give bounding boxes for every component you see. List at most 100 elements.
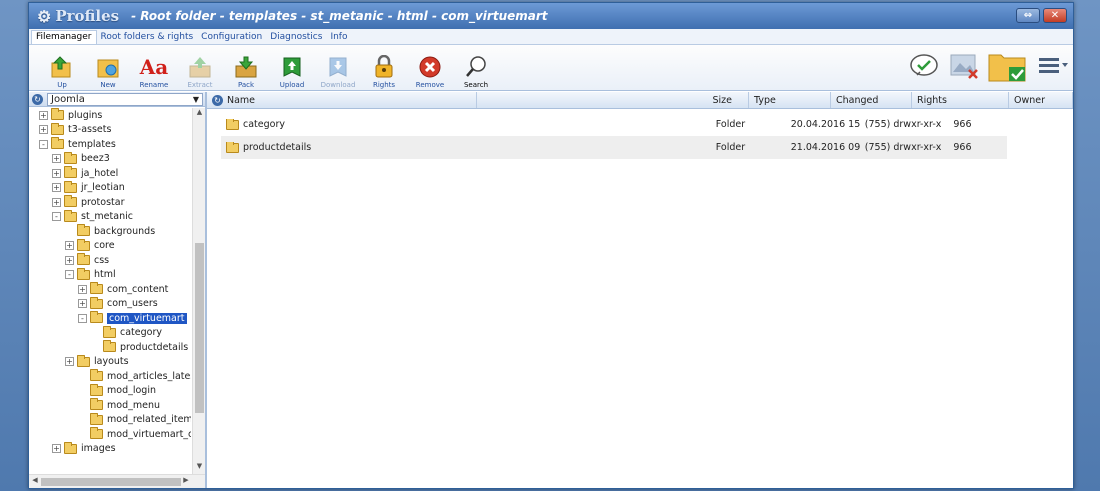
tree-item[interactable]: mod_menu bbox=[29, 398, 191, 413]
pack-button[interactable]: Pack bbox=[223, 47, 269, 89]
tree-item[interactable]: + images bbox=[29, 441, 191, 457]
tab-root-folders-rights[interactable]: Root folders & rights bbox=[97, 31, 198, 44]
column-owner[interactable]: Owner bbox=[1009, 92, 1073, 108]
expand-icon[interactable]: + bbox=[39, 125, 48, 135]
cell-rights: (755) drwxr-xr-x bbox=[864, 142, 942, 153]
tree-item[interactable]: + com_users bbox=[29, 296, 191, 312]
folder-icon bbox=[90, 282, 103, 295]
up-button[interactable]: Up bbox=[39, 47, 85, 89]
tree-item[interactable]: - html bbox=[29, 267, 191, 283]
chat-check-icon[interactable] bbox=[909, 53, 941, 82]
tree-item[interactable]: + core bbox=[29, 238, 191, 254]
tree-item[interactable]: - templates bbox=[29, 137, 191, 152]
download-button[interactable]: Download bbox=[315, 47, 361, 89]
expand-icon[interactable]: + bbox=[52, 183, 61, 193]
expand-icon[interactable]: + bbox=[52, 168, 61, 178]
scroll-right-icon[interactable]: ▶ bbox=[181, 476, 191, 484]
toolbar: Up New Aa Rename Extract Pack Upload Dow… bbox=[29, 45, 1073, 91]
tab-diagnostics[interactable]: Diagnostics bbox=[266, 31, 326, 44]
folder-icon bbox=[90, 369, 103, 382]
expand-icon[interactable]: + bbox=[78, 299, 87, 309]
expand-icon[interactable]: + bbox=[52, 154, 61, 164]
collapse-icon[interactable]: - bbox=[65, 270, 74, 280]
expand-icon[interactable]: + bbox=[65, 255, 74, 265]
tree-item[interactable]: - st_metanic bbox=[29, 209, 191, 225]
refresh-list-icon[interactable]: ↻ bbox=[212, 94, 223, 106]
remove-button[interactable]: Remove bbox=[407, 47, 453, 89]
expand-icon[interactable]: + bbox=[52, 197, 61, 207]
rights-button[interactable]: Rights bbox=[361, 47, 407, 89]
tree-item[interactable]: mod_login bbox=[29, 383, 191, 399]
tree-item-label: com_users bbox=[107, 298, 158, 310]
tree-item[interactable]: productdetails bbox=[29, 340, 191, 355]
upload-button[interactable]: Upload bbox=[269, 47, 315, 89]
tree-horizontal-scrollbar[interactable]: ◀ ▶ bbox=[29, 474, 205, 488]
collapse-icon[interactable]: - bbox=[52, 212, 61, 222]
rename-button[interactable]: Aa Rename bbox=[131, 47, 177, 89]
tree-item-label: com_content bbox=[107, 283, 169, 295]
expand-icon[interactable]: + bbox=[39, 110, 48, 120]
folder-icon bbox=[77, 253, 90, 266]
expand-icon[interactable]: + bbox=[78, 284, 87, 294]
tree-item[interactable]: + beez3 bbox=[29, 151, 191, 167]
scroll-left-icon[interactable]: ◀ bbox=[30, 476, 40, 484]
column-size[interactable]: Size bbox=[477, 92, 749, 108]
hscroll-thumb[interactable] bbox=[41, 478, 181, 486]
folder-icon bbox=[64, 151, 77, 164]
tree-item[interactable]: backgrounds bbox=[29, 224, 191, 239]
tree-item[interactable]: + t3-assets bbox=[29, 122, 191, 138]
tree-item-label: mod_menu bbox=[107, 399, 160, 411]
new-folder-button[interactable]: New bbox=[85, 47, 131, 89]
tree-item-label: mod_related_items bbox=[107, 414, 191, 426]
logo-text: Profiles bbox=[55, 7, 120, 25]
folder-icon bbox=[64, 209, 77, 222]
tree-item[interactable]: + layouts bbox=[29, 354, 191, 370]
tree-item[interactable]: mod_related_items bbox=[29, 412, 191, 428]
tree-item-label: st_metanic bbox=[81, 211, 133, 223]
column-type[interactable]: Type bbox=[749, 92, 831, 108]
expand-icon[interactable]: + bbox=[52, 444, 61, 454]
folder-up-icon bbox=[49, 54, 75, 80]
refresh-tree-icon[interactable]: ↻ bbox=[32, 93, 43, 105]
file-row[interactable]: category Folder 20.04.2016 15:53 (755) drwx… bbox=[221, 113, 1007, 136]
tab-filemanager[interactable]: Filemanager bbox=[31, 30, 97, 44]
tree-item[interactable]: mod_articles_latest bbox=[29, 369, 191, 384]
tree-item[interactable]: + jr_leotian bbox=[29, 180, 191, 196]
column-name[interactable]: ↻ Name bbox=[207, 92, 477, 108]
root-folder-select[interactable]: Joomla ▼ bbox=[47, 92, 203, 106]
column-rights[interactable]: Rights bbox=[912, 92, 1009, 108]
search-button[interactable]: Search bbox=[453, 47, 499, 89]
folder-check-icon[interactable] bbox=[987, 49, 1029, 86]
tab-configuration[interactable]: Configuration bbox=[197, 31, 266, 44]
file-row[interactable]: productdetails Folder 21.04.2016 09:01 (755… bbox=[221, 136, 1007, 159]
tree-vertical-scrollbar[interactable]: ▲ ▼ bbox=[192, 108, 205, 474]
tree-item[interactable]: mod_virtuemart_cart bbox=[29, 427, 191, 442]
title-bar: ⚙ Profiles - Root folder - templates - s… bbox=[29, 3, 1073, 29]
scroll-down-icon[interactable]: ▼ bbox=[193, 462, 206, 474]
expand-icon[interactable]: + bbox=[65, 357, 74, 367]
collapse-icon[interactable]: - bbox=[78, 313, 87, 323]
tree-item-label: core bbox=[94, 240, 115, 252]
tab-info[interactable]: Info bbox=[326, 31, 351, 44]
tree-item[interactable]: + ja_hotel bbox=[29, 166, 191, 181]
image-remove-icon[interactable] bbox=[949, 52, 979, 83]
menu-icon[interactable] bbox=[1037, 54, 1069, 81]
scroll-thumb[interactable] bbox=[195, 243, 204, 413]
tree-item[interactable]: category bbox=[29, 325, 191, 341]
tree-item[interactable]: + css bbox=[29, 253, 191, 268]
tree-item[interactable]: + protostar bbox=[29, 195, 191, 210]
collapse-icon[interactable]: - bbox=[39, 139, 48, 149]
folder-icon bbox=[64, 180, 77, 193]
expand-icon[interactable]: + bbox=[65, 241, 74, 251]
folder-icon bbox=[226, 142, 239, 153]
maximize-button[interactable]: ⇔ bbox=[1016, 8, 1040, 23]
profiles-logo[interactable]: ⚙ Profiles bbox=[37, 7, 119, 26]
folder-icon bbox=[51, 137, 64, 150]
column-changed[interactable]: Changed bbox=[831, 92, 912, 108]
tree-item[interactable]: - com_virtuemart bbox=[29, 311, 191, 326]
tree-item[interactable]: + com_content bbox=[29, 282, 191, 297]
extract-button[interactable]: Extract bbox=[177, 47, 223, 89]
tree-item[interactable]: + plugins bbox=[29, 108, 191, 123]
close-button[interactable]: ✕ bbox=[1043, 8, 1067, 23]
scroll-up-icon[interactable]: ▲ bbox=[193, 108, 206, 120]
